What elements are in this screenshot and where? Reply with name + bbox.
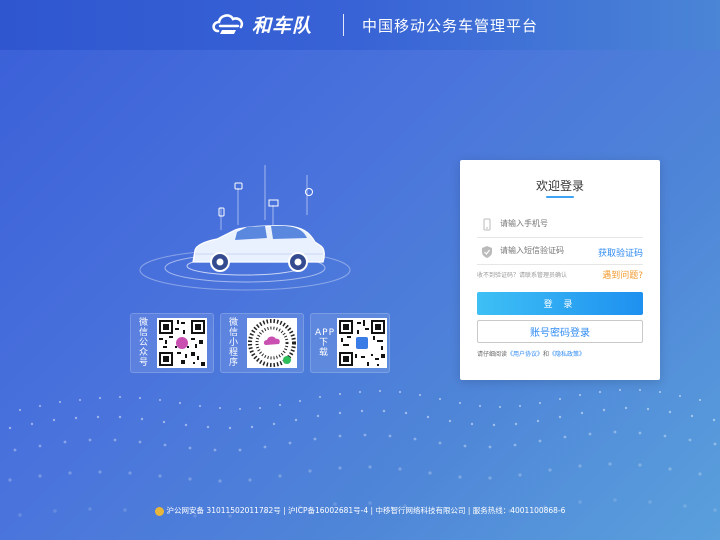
code-hint: 收不到验证码？请联系管理员确认: [477, 272, 568, 279]
footer: 沪公网安备 31011502011782号 | 沪ICP备16002681号-4…: [0, 505, 720, 516]
phone-input[interactable]: [500, 219, 610, 228]
header-divider: [343, 14, 344, 36]
page-title: 中国移动公务车管理平台: [362, 17, 539, 35]
password-login-button[interactable]: 账号密码登录: [477, 320, 643, 343]
footer-text: 沪公网安备 31011502011782号 | 沪ICP备16002681号-4…: [166, 506, 566, 515]
login-title: 欢迎登录: [535, 179, 584, 193]
brand-name: 和车队: [252, 14, 313, 37]
title-underline: [546, 196, 574, 198]
qr-card-mini-program: 微信小程序: [220, 313, 304, 373]
wechat-official-account-qr-icon: [157, 318, 207, 368]
help-link[interactable]: 遇到问题?: [602, 268, 643, 281]
login-panel: 欢迎登录 获取验证码 收不到验证码？请联系管理员确认 遇到问题? 登 录 账号密…: [460, 160, 660, 380]
header-bar: [0, 0, 720, 50]
phone-field[interactable]: [477, 212, 643, 238]
shield-icon: [482, 246, 492, 258]
user-agreement-link[interactable]: 《用户协议》: [507, 351, 543, 358]
qr-label: 微信公众号: [138, 318, 149, 368]
wechat-mini-program-qr-icon: [247, 318, 297, 368]
app-download-qr-icon: [337, 318, 387, 368]
sms-code-input[interactable]: [500, 246, 610, 255]
qr-card-official-account: 微信公众号: [130, 313, 214, 373]
agreement-prefix: 请仔细阅读: [477, 351, 508, 358]
qr-label: APP下载: [315, 328, 336, 358]
phone-icon: [483, 218, 491, 231]
cloud-logo-icon: [212, 14, 244, 34]
agreement-notice: 请仔细阅读《用户协议》和《隐私政策》: [477, 349, 585, 358]
qr-label: 微信小程序: [228, 318, 239, 368]
get-code-button[interactable]: 获取验证码: [598, 246, 643, 259]
brand-logo-group[interactable]: 和车队: [210, 8, 312, 40]
police-badge-icon: [154, 506, 164, 516]
login-button[interactable]: 登 录: [477, 292, 643, 315]
qr-card-app-download: APP下载: [310, 313, 390, 373]
car-illustration: [139, 165, 351, 291]
sms-code-field[interactable]: 获取验证码: [477, 239, 643, 265]
privacy-policy-link[interactable]: 《隐私政策》: [549, 351, 585, 358]
